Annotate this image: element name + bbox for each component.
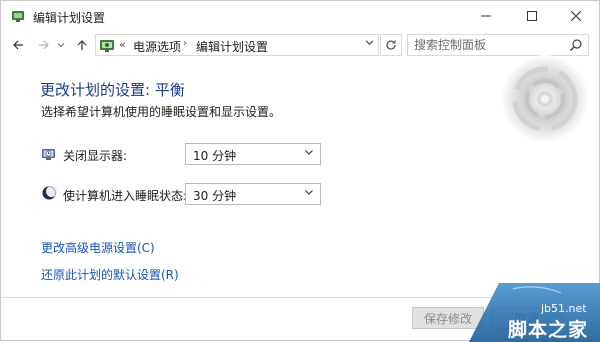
close-icon [571,11,581,21]
breadcrumb-edit-plan-settings[interactable]: 编辑计划设置 [196,38,268,55]
edit-plan-settings-window: 编辑计划设置 « 电源选项 › 编辑计划设置 搜索控制面板 更改计划的设置: 平… [0,0,600,342]
power-plan-decoration [501,55,589,143]
moon-icon [42,186,57,200]
breadcrumb-separator[interactable]: › [183,38,187,49]
display-clock-icon [42,149,55,160]
sleep-dropdown[interactable] [304,187,314,200]
sleep-label: 使计算机进入睡眠状态: [63,189,188,203]
arrow-left-icon [13,40,23,50]
up-button[interactable] [73,35,91,55]
breadcrumb-power-options[interactable]: 电源选项 [133,38,181,55]
restore-defaults-link[interactable]: 还原此计划的默认设置(R) [41,266,179,283]
minimize-icon [481,15,491,17]
watermark-url: jb51.net [541,302,587,315]
display-off-dropdown[interactable] [304,147,314,160]
window-title: 编辑计划设置 [33,11,106,25]
chevron-down-icon [305,190,313,195]
minimize-button[interactable] [463,1,509,31]
refresh-button[interactable] [380,34,402,56]
refresh-icon [386,40,396,50]
display-off-label: 关闭显示器: [63,149,128,163]
close-button[interactable] [553,1,599,31]
arrow-right-icon [39,40,49,50]
chevron-down-icon [305,150,313,155]
back-button[interactable] [9,35,27,55]
control-panel-icon [100,40,114,52]
title-bar: 编辑计划设置 [1,1,599,31]
search-icon[interactable] [569,38,583,52]
maximize-button[interactable] [509,1,555,31]
watermark-name: 脚本之家 [508,319,589,341]
advanced-power-settings-link[interactable]: 更改高级电源设置(C) [41,239,155,256]
page-heading: 更改计划的设置: 平衡 [40,81,185,99]
recent-locations-button[interactable] [55,35,67,55]
power-options-app-icon [12,11,24,22]
chevron-down-icon [365,40,374,45]
sleep-select[interactable]: 30 分钟 [185,183,321,205]
address-dropdown-button[interactable] [365,38,374,50]
display-off-select[interactable]: 10 分钟 [185,143,321,165]
chevron-down-icon [57,43,65,48]
forward-button[interactable] [35,35,53,55]
sleep-value: 30 分钟 [193,189,237,203]
maximize-icon [527,11,537,21]
address-overflow[interactable]: « [119,38,126,51]
arrow-up-icon [77,40,87,50]
display-off-value: 10 分钟 [193,149,237,163]
address-bar[interactable]: « 电源选项 › 编辑计划设置 [95,34,379,56]
page-subtitle: 选择希望计算机使用的睡眠设置和显示设置。 [41,105,282,119]
